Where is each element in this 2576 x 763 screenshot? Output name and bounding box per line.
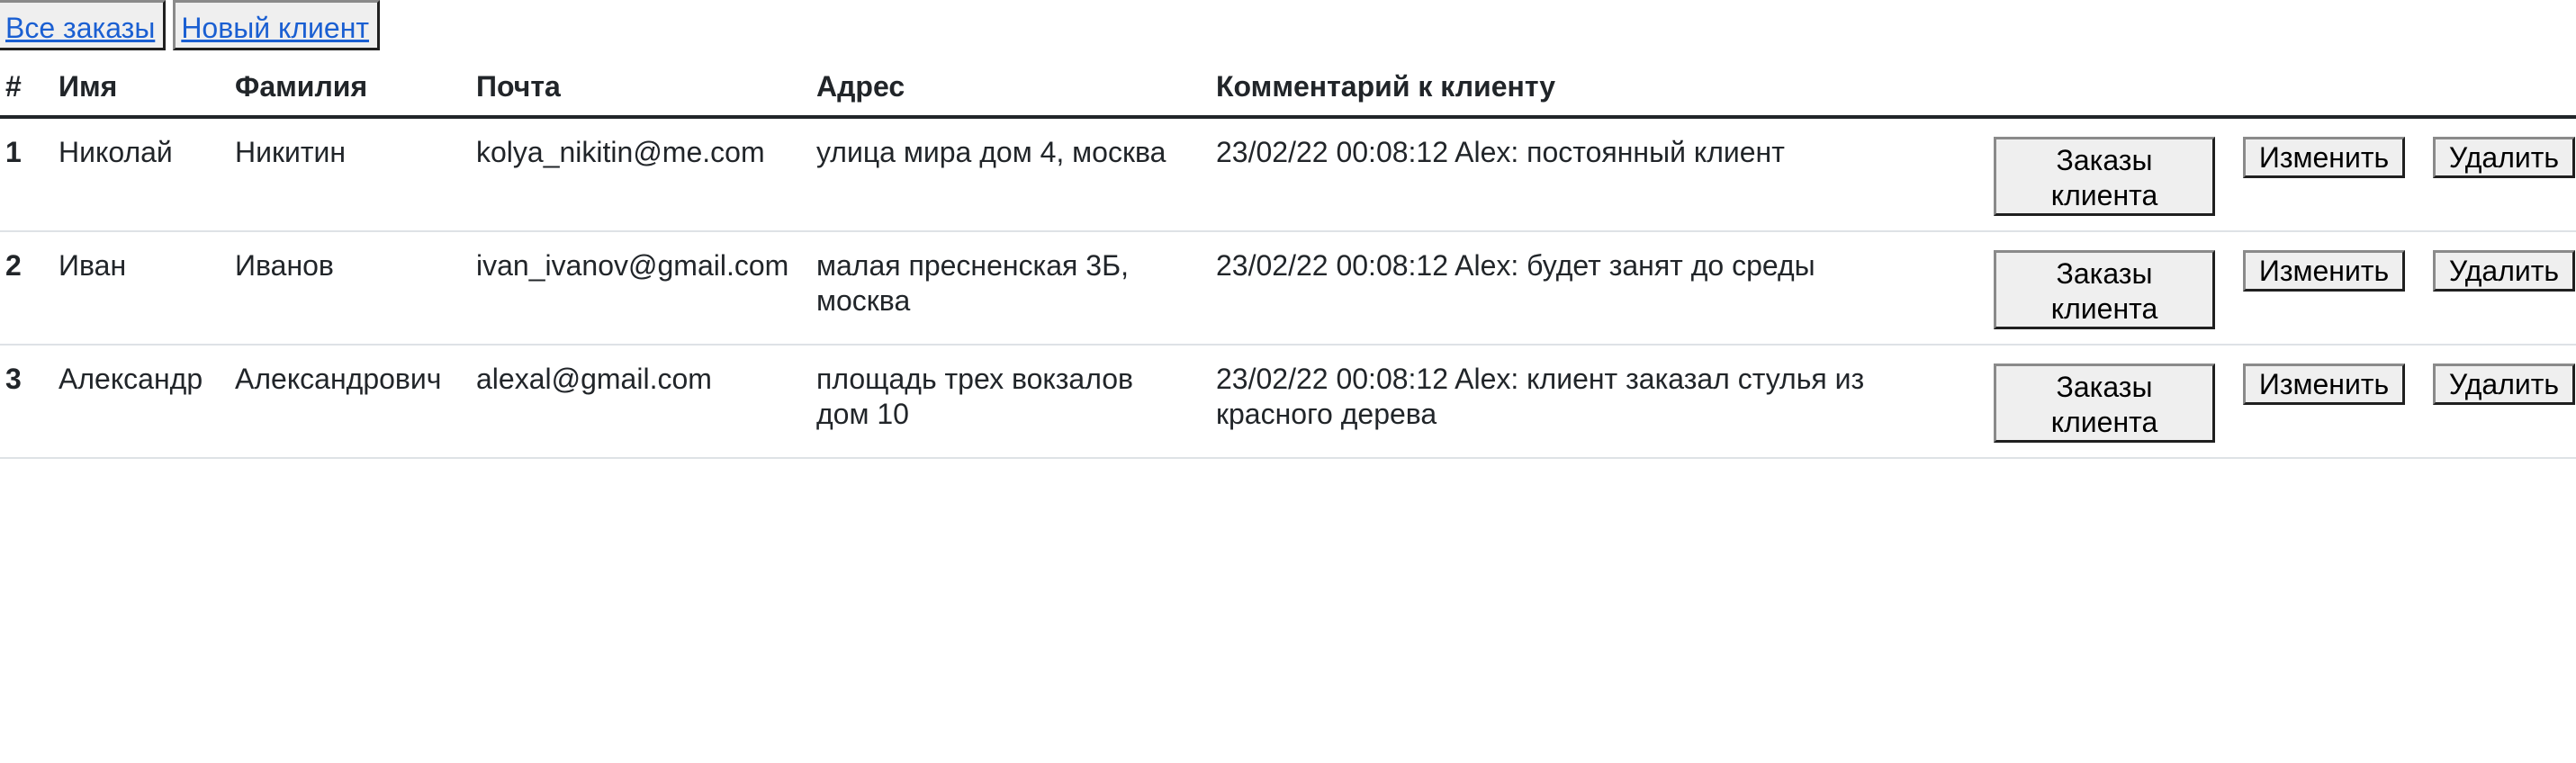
top-nav: Все заказы Новый клиент (0, 0, 381, 50)
row-comment: 23/02/22 00:08:12 Alex: постоянный клиен… (1216, 117, 1994, 232)
row-address: улица мира дом 4, москва (816, 117, 1216, 232)
client-orders-button[interactable]: Заказы клиента (1994, 137, 2215, 216)
edit-client-button[interactable]: Изменить (2243, 364, 2405, 405)
header-num: # (0, 58, 59, 119)
row-address: малая пресненская 3Б, москва (816, 231, 1216, 346)
clients-table: # Имя Фамилия Почта Адрес Комментарий к … (0, 58, 2576, 459)
header-first-name: Имя (59, 58, 235, 119)
row-actions: Заказы клиента Изменить Удалить (1994, 117, 2576, 232)
client-orders-button[interactable]: Заказы клиента (1994, 364, 2215, 443)
new-client-link[interactable]: Новый клиент (173, 0, 381, 50)
header-address: Адрес (816, 58, 1216, 119)
header-last-name: Фамилия (235, 58, 476, 119)
table-row: 1 Николай Никитин kolya_nikitin@me.com у… (0, 117, 2576, 232)
client-orders-button[interactable]: Заказы клиента (1994, 250, 2215, 329)
edit-client-button[interactable]: Изменить (2243, 137, 2405, 178)
delete-client-button[interactable]: Удалить (2433, 250, 2575, 292)
row-comment: 23/02/22 00:08:12 Alex: будет занят до с… (1216, 231, 1994, 346)
edit-client-button[interactable]: Изменить (2243, 250, 2405, 292)
row-last-name: Иванов (235, 231, 476, 346)
row-num: 3 (0, 345, 59, 459)
delete-client-button[interactable]: Удалить (2433, 137, 2575, 178)
row-last-name: Александрович (235, 345, 476, 459)
row-email: alexal@gmail.com (476, 345, 816, 459)
row-num: 2 (0, 231, 59, 346)
header-comment: Комментарий к клиенту (1216, 58, 1994, 119)
header-email: Почта (476, 58, 816, 119)
row-first-name: Александр (59, 345, 235, 459)
row-email: ivan_ivanov@gmail.com (476, 231, 816, 346)
delete-client-button[interactable]: Удалить (2433, 364, 2575, 405)
row-email: kolya_nikitin@me.com (476, 117, 816, 232)
row-first-name: Иван (59, 231, 235, 346)
row-num: 1 (0, 117, 59, 232)
row-last-name: Никитин (235, 117, 476, 232)
all-orders-link[interactable]: Все заказы (0, 0, 167, 50)
row-comment: 23/02/22 00:08:12 Alex: клиент заказал с… (1216, 345, 1994, 459)
row-actions: Заказы клиента Изменить Удалить (1994, 345, 2576, 459)
row-first-name: Николай (59, 117, 235, 232)
table-header-row: # Имя Фамилия Почта Адрес Комментарий к … (0, 58, 2576, 119)
table-row: 3 Александр Александрович alexal@gmail.c… (0, 345, 2576, 459)
row-actions: Заказы клиента Изменить Удалить (1994, 231, 2576, 346)
row-address: площадь трех вокзалов дом 10 (816, 345, 1216, 459)
table-row: 2 Иван Иванов ivan_ivanov@gmail.com мала… (0, 231, 2576, 346)
header-actions (1994, 58, 2576, 119)
